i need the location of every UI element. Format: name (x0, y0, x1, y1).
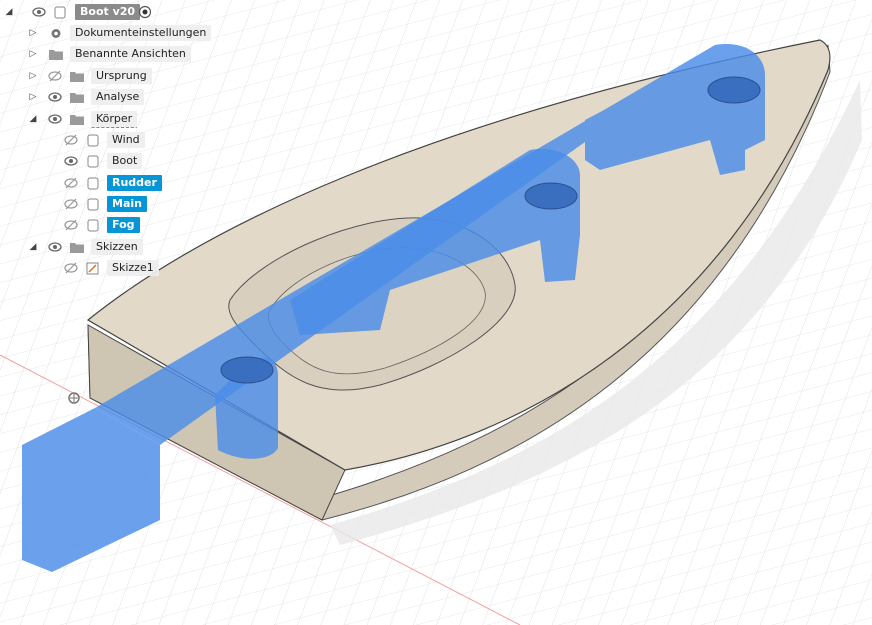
eye-hidden-icon[interactable] (48, 69, 62, 83)
folder-icon (70, 72, 84, 82)
folder-icon (70, 243, 84, 253)
expand-toggle-icon[interactable]: ▷ (27, 24, 39, 42)
body-icon (87, 219, 99, 232)
body-icon (87, 177, 99, 190)
sketch-icon (86, 262, 99, 275)
body-icon (87, 198, 99, 211)
body-icon (87, 155, 99, 168)
browser-item-label[interactable]: Skizzen (91, 239, 143, 255)
folder-icon (70, 115, 84, 125)
eye-hidden-icon[interactable] (64, 133, 78, 147)
body-item-label[interactable]: Rudder (107, 175, 162, 191)
component-icon (54, 6, 66, 19)
gear-icon (51, 29, 61, 38)
folder-icon (49, 50, 63, 60)
body-item-label[interactable]: Boot (107, 153, 143, 169)
folder-icon (70, 93, 84, 103)
browser-item-label[interactable]: Körper (91, 111, 138, 128)
body-item-label[interactable]: Wind (107, 132, 145, 148)
collapse-toggle-icon[interactable]: ◢ (27, 110, 39, 128)
mast-hole-main (524, 182, 578, 210)
eye-hidden-icon[interactable] (64, 261, 78, 275)
browser-tree: ◢ Boot v20 ▷ Dokumenteinstellungen ▷ Ben… (0, 0, 240, 290)
origin-icon (68, 392, 80, 404)
expand-toggle-icon[interactable]: ▷ (27, 45, 39, 63)
eye-icon[interactable] (48, 112, 62, 126)
body-item-label[interactable]: Main (107, 196, 147, 212)
collapse-toggle-icon[interactable]: ◢ (3, 3, 15, 21)
eye-hidden-icon[interactable] (64, 197, 78, 211)
eye-icon[interactable] (48, 90, 62, 104)
mast-hole-fog (220, 356, 274, 384)
activate-radio-icon[interactable] (138, 5, 152, 19)
sketch-item-label[interactable]: Skizze1 (107, 260, 159, 276)
eye-icon[interactable] (48, 240, 62, 254)
body-item-label[interactable]: Fog (107, 217, 140, 233)
browser-root-label[interactable]: Boot v20 (75, 4, 141, 20)
eye-icon[interactable] (64, 154, 78, 168)
expand-toggle-icon[interactable]: ▷ (27, 67, 39, 85)
eye-hidden-icon[interactable] (64, 218, 78, 232)
browser-item-label[interactable]: Benannte Ansichten (70, 46, 191, 62)
collapse-toggle-icon[interactable]: ◢ (27, 238, 39, 256)
browser-item-label[interactable]: Dokumenteinstellungen (70, 25, 212, 41)
eye-hidden-icon[interactable] (64, 176, 78, 190)
browser-item-label[interactable]: Analyse (91, 89, 145, 105)
expand-toggle-icon[interactable]: ▷ (27, 88, 39, 106)
browser-item-label[interactable]: Ursprung (91, 68, 152, 84)
mast-hole-aft (707, 76, 761, 104)
body-icon (87, 134, 99, 147)
eye-icon[interactable] (32, 5, 46, 19)
